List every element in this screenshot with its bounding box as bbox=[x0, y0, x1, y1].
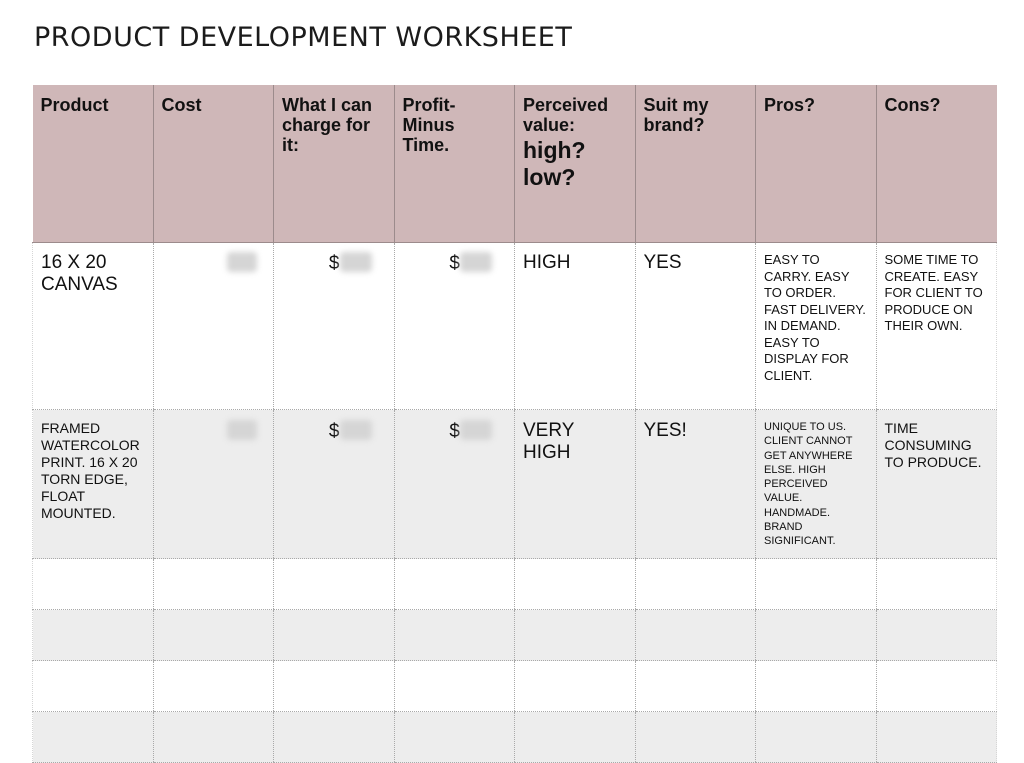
empty-cell[interactable] bbox=[393, 558, 515, 610]
cell-product: FRAMED WATERCOLOR PRINT. 16 X 20 TORN ED… bbox=[32, 409, 153, 559]
header-perceived: Perceived value: high? low? bbox=[514, 85, 635, 243]
redacted-value bbox=[460, 420, 492, 440]
empty-cell[interactable] bbox=[273, 558, 394, 610]
empty-row bbox=[32, 660, 997, 712]
worksheet-title: PRODUCT DEVELOPMENT WORKSHEET bbox=[34, 22, 573, 53]
worksheet-table: Product Cost What I can charge for it: P… bbox=[32, 85, 997, 763]
empty-cell[interactable] bbox=[755, 711, 876, 763]
redacted-value bbox=[460, 252, 492, 272]
cell-perceived: VERY HIGH bbox=[514, 409, 635, 559]
empty-cell[interactable] bbox=[152, 609, 274, 661]
header-brand: Suit my brand? bbox=[634, 85, 756, 243]
empty-cell[interactable] bbox=[152, 660, 274, 712]
header-row: Product Cost What I can charge for it: P… bbox=[32, 85, 997, 243]
empty-cell[interactable] bbox=[152, 711, 274, 763]
empty-cell[interactable] bbox=[875, 660, 997, 712]
header-cost: Cost bbox=[152, 85, 274, 243]
empty-cell[interactable] bbox=[875, 609, 997, 661]
empty-cell[interactable] bbox=[875, 711, 997, 763]
empty-row bbox=[32, 711, 997, 763]
empty-cell[interactable] bbox=[514, 558, 635, 610]
empty-cell[interactable] bbox=[393, 660, 515, 712]
cell-pros: EASY TO CARRY. EASY TO ORDER. FAST DELIV… bbox=[755, 242, 876, 410]
header-perceived-label: Perceived value: bbox=[523, 95, 609, 135]
empty-cell[interactable] bbox=[755, 558, 876, 610]
header-cons: Cons? bbox=[875, 85, 997, 243]
currency-symbol: $ bbox=[449, 421, 460, 442]
redacted-value bbox=[339, 252, 372, 272]
empty-cell[interactable] bbox=[273, 711, 394, 763]
empty-cell[interactable] bbox=[514, 711, 635, 763]
empty-cell[interactable] bbox=[514, 609, 635, 661]
empty-cell[interactable] bbox=[32, 711, 153, 763]
cell-cost bbox=[152, 242, 274, 410]
empty-cell[interactable] bbox=[514, 660, 635, 712]
header-profit: Profit- Minus Time. bbox=[393, 85, 515, 243]
empty-cell[interactable] bbox=[393, 711, 515, 763]
currency-symbol: $ bbox=[449, 253, 460, 274]
empty-cell[interactable] bbox=[273, 609, 394, 661]
empty-cell[interactable] bbox=[32, 609, 153, 661]
cell-pros: UNIQUE TO US. CLIENT CANNOT GET ANYWHERE… bbox=[755, 409, 876, 559]
cell-product: 16 X 20 CANVAS bbox=[32, 242, 153, 410]
table-row: FRAMED WATERCOLOR PRINT. 16 X 20 TORN ED… bbox=[32, 409, 997, 559]
empty-cell[interactable] bbox=[755, 609, 876, 661]
cell-cons: TIME CONSUMING TO PRODUCE. bbox=[875, 409, 997, 559]
currency-symbol: $ bbox=[328, 253, 340, 274]
header-product: Product bbox=[32, 85, 153, 243]
header-perceived-options: high? low? bbox=[523, 137, 586, 190]
empty-cell[interactable] bbox=[634, 711, 756, 763]
cell-charge: $ bbox=[273, 242, 394, 410]
empty-cell[interactable] bbox=[393, 609, 515, 661]
empty-cell[interactable] bbox=[634, 609, 756, 661]
cell-perceived: HIGH bbox=[514, 242, 635, 410]
cell-profit: $ bbox=[393, 409, 515, 559]
empty-cell[interactable] bbox=[634, 558, 756, 610]
empty-cell[interactable] bbox=[273, 660, 394, 712]
table-row: 16 X 20 CANVAS $ $ HIGH YES EASY TO CARR… bbox=[32, 242, 997, 410]
cell-charge: $ bbox=[273, 409, 394, 559]
cell-cons: SOME TIME TO CREATE. EASY FOR CLIENT TO … bbox=[875, 242, 997, 410]
cell-profit: $ bbox=[393, 242, 515, 410]
currency-symbol: $ bbox=[328, 421, 340, 442]
redacted-value bbox=[339, 420, 372, 440]
empty-cell[interactable] bbox=[32, 660, 153, 712]
empty-cell[interactable] bbox=[634, 660, 756, 712]
empty-cell[interactable] bbox=[152, 558, 274, 610]
empty-cell[interactable] bbox=[755, 660, 876, 712]
redacted-value bbox=[227, 420, 257, 440]
redacted-value bbox=[227, 252, 257, 272]
cell-cost bbox=[152, 409, 274, 559]
empty-row bbox=[32, 558, 997, 610]
empty-cell[interactable] bbox=[875, 558, 997, 610]
header-pros: Pros? bbox=[755, 85, 876, 243]
cell-brand: YES! bbox=[634, 409, 756, 559]
cell-brand: YES bbox=[634, 242, 756, 410]
empty-row bbox=[32, 609, 997, 661]
empty-cell[interactable] bbox=[32, 558, 153, 610]
header-charge: What I can charge for it: bbox=[273, 85, 394, 243]
